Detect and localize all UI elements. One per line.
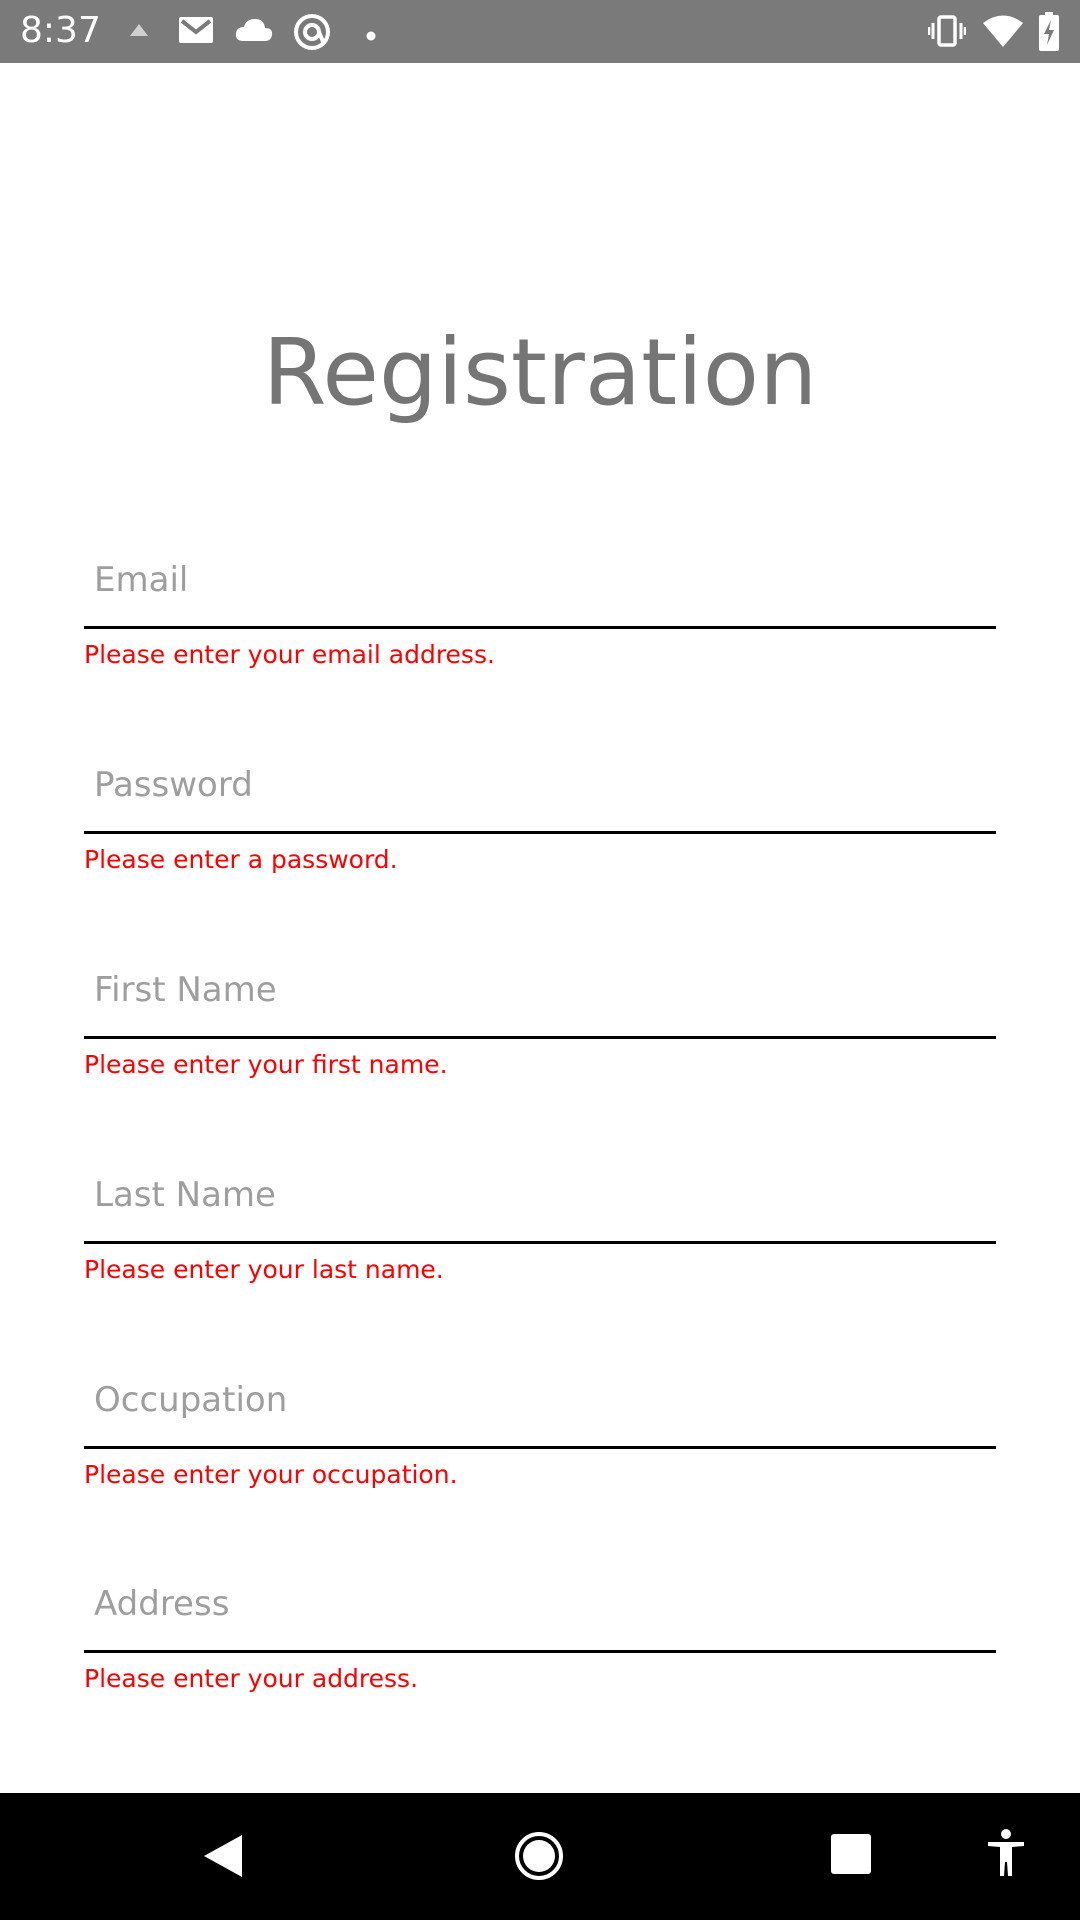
email-field-group: Please enter your email address.	[84, 533, 996, 675]
recents-icon[interactable]	[830, 1833, 872, 1879]
email-input[interactable]	[84, 533, 996, 629]
drive-sync-icon	[128, 22, 150, 42]
cloud-icon	[234, 17, 274, 47]
status-bar: 8:37	[0, 0, 1080, 63]
navigation-bar	[0, 1793, 1080, 1920]
password-field-group: Please enter a password.	[84, 738, 996, 880]
occupation-error-message: Please enter your occupation.	[84, 1460, 458, 1489]
accessibility-icon[interactable]	[986, 1829, 1026, 1881]
first-name-input[interactable]	[84, 943, 996, 1039]
vibrate-icon	[927, 14, 967, 52]
gmail-icon	[178, 16, 214, 48]
page-title: Registration	[262, 319, 818, 426]
wifi-icon	[982, 14, 1024, 52]
back-icon[interactable]	[202, 1833, 244, 1883]
password-error-message: Please enter a password.	[84, 845, 398, 874]
battery-charging-icon	[1038, 12, 1060, 56]
password-input[interactable]	[84, 738, 996, 834]
home-icon[interactable]	[514, 1831, 564, 1885]
address-field-group: Please enter your address.	[84, 1557, 996, 1699]
address-input[interactable]	[84, 1557, 996, 1653]
last-name-error-message: Please enter your last name.	[84, 1255, 444, 1284]
address-error-message: Please enter your address.	[84, 1664, 419, 1693]
last-name-field-group: Please enter your last name.	[84, 1148, 996, 1290]
dot-icon	[366, 26, 376, 45]
last-name-input[interactable]	[84, 1148, 996, 1244]
occupation-field-group: Please enter your occupation.	[84, 1353, 996, 1495]
email-error-message: Please enter your email address.	[84, 640, 495, 669]
status-time: 8:37	[20, 10, 101, 51]
first-name-field-group: Please enter your first name.	[84, 943, 996, 1085]
occupation-input[interactable]	[84, 1353, 996, 1449]
at-sign-icon	[292, 12, 332, 56]
first-name-error-message: Please enter your first name.	[84, 1050, 448, 1079]
